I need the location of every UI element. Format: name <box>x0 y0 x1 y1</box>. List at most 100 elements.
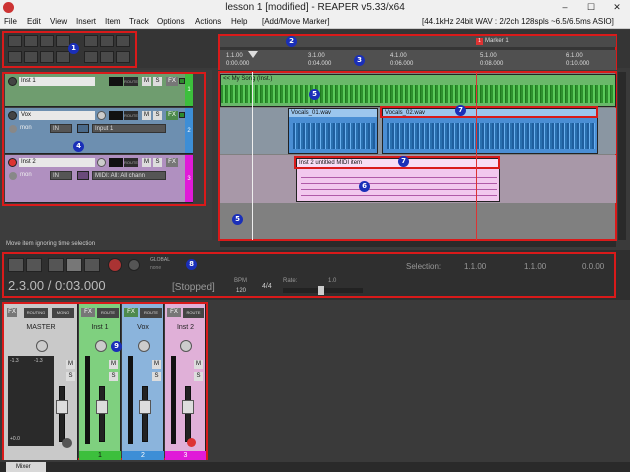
track-3-volume-knob[interactable] <box>97 158 106 167</box>
track-2-monitor-label[interactable]: mon <box>20 125 32 131</box>
menu-options[interactable]: Options <box>157 15 185 29</box>
redo-icon[interactable] <box>100 35 114 47</box>
master-solo-button[interactable]: S <box>66 372 75 381</box>
record-button[interactable] <box>108 258 122 272</box>
master-mono-button[interactable]: MONO <box>52 308 74 318</box>
inst1-solo-button[interactable]: S <box>109 372 118 381</box>
track-3-route-button[interactable]: ROUTE <box>124 158 138 167</box>
marker-lane[interactable]: 1 Marker 1 <box>220 36 616 47</box>
track-1-mute-button[interactable]: M <box>142 77 151 86</box>
minimize-button[interactable]: – <box>552 0 578 15</box>
menu-item[interactable]: Item <box>105 15 121 29</box>
go-to-end-button[interactable] <box>26 258 42 272</box>
track-1-header[interactable]: Inst 1 ROUTE M S FX 1 <box>5 74 193 107</box>
master-settings-icon[interactable] <box>62 438 72 448</box>
stop-button[interactable] <box>48 258 64 272</box>
snap-toggle-icon[interactable] <box>116 51 130 63</box>
inst2-mute-button[interactable]: M <box>194 360 203 369</box>
inst2-route-button[interactable]: ROUTE <box>183 308 204 318</box>
menu-file[interactable]: File <box>4 15 17 29</box>
vox-route-button[interactable]: ROUTE <box>140 308 162 318</box>
track-3-header[interactable]: Inst 2 ROUTE M S FX mon IN MIDI: All: Al… <box>5 155 193 203</box>
menu-view[interactable]: View <box>50 15 67 29</box>
inst2-pan-knob[interactable] <box>180 340 192 352</box>
menu-edit[interactable]: Edit <box>27 15 41 29</box>
track-3-name[interactable]: Inst 2 <box>19 158 95 167</box>
track-2-input-select[interactable]: Input 1 <box>92 124 166 133</box>
close-button[interactable]: ✕ <box>604 0 630 15</box>
track-3-mute-button[interactable]: M <box>142 158 151 167</box>
track-3-fx-button[interactable]: FX <box>166 158 178 167</box>
vox-fader-track[interactable] <box>142 386 148 442</box>
vox-pan-knob[interactable] <box>138 340 150 352</box>
inst1-pan-knob[interactable] <box>95 340 107 352</box>
master-routing-button[interactable]: ROUTING <box>24 308 48 318</box>
open-project-icon[interactable] <box>24 35 38 47</box>
play-button[interactable] <box>66 258 82 272</box>
track-2-solo-button[interactable]: S <box>153 111 162 120</box>
inst1-route-button[interactable]: ROUTE <box>97 308 119 318</box>
save-project-icon[interactable] <box>40 35 54 47</box>
track-2-name[interactable]: Vox <box>19 111 95 120</box>
inst2-solo-button[interactable]: S <box>194 372 203 381</box>
go-to-start-button[interactable] <box>8 258 24 272</box>
repeat-button[interactable] <box>128 259 140 271</box>
master-fader-handle[interactable] <box>56 400 68 414</box>
track-1-fx-button[interactable]: FX <box>166 77 178 86</box>
inst2-record-arm-button[interactable] <box>187 438 196 447</box>
bpm-value[interactable]: 120 <box>236 288 246 294</box>
rate-slider-handle[interactable] <box>318 286 324 295</box>
inst2-fader-track[interactable] <box>185 386 191 442</box>
master-mute-button[interactable]: M <box>66 360 75 369</box>
metronome-icon[interactable] <box>116 35 130 47</box>
new-project-icon[interactable] <box>8 35 22 47</box>
position-display[interactable]: 2.3.00 / 0:03.000 <box>8 278 106 293</box>
horizontal-scrollbar[interactable] <box>220 241 616 247</box>
inst1-fader-handle[interactable] <box>96 400 108 414</box>
vox-fader-handle[interactable] <box>139 400 151 414</box>
inst2-fader-handle[interactable] <box>182 400 194 414</box>
pause-button[interactable] <box>84 258 100 272</box>
vox-fx-button[interactable]: FX <box>124 308 138 317</box>
track-2-record-arm-button[interactable] <box>8 111 17 120</box>
track-2-volume-knob[interactable] <box>97 111 106 120</box>
track-1-record-arm-button[interactable] <box>8 77 17 86</box>
inst1-fx-button[interactable]: FX <box>81 308 95 317</box>
menu-track[interactable]: Track <box>129 15 149 29</box>
vox-solo-button[interactable]: S <box>152 372 161 381</box>
menu-insert[interactable]: Insert <box>76 15 96 29</box>
master-fx-button[interactable]: FX <box>7 308 17 317</box>
track-3-record-arm-button[interactable] <box>8 158 17 167</box>
reaper-app-icon[interactable] <box>3 2 14 13</box>
selection-length[interactable]: 0.0.00 <box>582 262 604 271</box>
vox-mute-button[interactable]: M <box>152 360 161 369</box>
track-3-input-select[interactable]: MIDI: All: All chann <box>92 171 166 180</box>
item-grouping-icon[interactable] <box>40 51 54 63</box>
automation-mode-label[interactable]: GLOBAL <box>150 257 170 263</box>
edit-cursor-marker[interactable] <box>248 51 258 58</box>
timeline-ruler[interactable]: 1.1.00 0:00.000 3.1.00 0:04.000 4.1.00 0… <box>220 50 616 70</box>
track-3-monitor-icon[interactable] <box>9 172 17 180</box>
track-3-monitor-label[interactable]: mon <box>20 172 32 178</box>
master-pan-knob[interactable] <box>36 340 48 352</box>
track-2-mute-button[interactable]: M <box>142 111 151 120</box>
track-2-monitor-icon[interactable] <box>9 125 17 133</box>
envelope-points-icon[interactable] <box>56 51 70 63</box>
vertical-scrollbar[interactable] <box>618 72 626 240</box>
song-inst-item[interactable]: << My Song (Inst.) <box>220 74 616 107</box>
track-1-route-button[interactable]: ROUTE <box>124 77 138 86</box>
auto-crossfade-icon[interactable] <box>84 51 98 63</box>
time-signature[interactable]: 4/4 <box>262 283 272 290</box>
mixer-tab[interactable]: Mixer <box>6 462 46 472</box>
audio-status[interactable]: [44.1kHz 24bit WAV : 2/2ch 128spls ~6.5/… <box>422 15 614 29</box>
master-fader-track[interactable] <box>59 386 65 442</box>
track-1-name[interactable]: Inst 1 <box>19 77 95 86</box>
inst2-fx-button[interactable]: FX <box>167 308 181 317</box>
track-3-input-type-icon[interactable] <box>77 171 89 180</box>
track-3-solo-button[interactable]: S <box>153 158 162 167</box>
ripple-edit-icon[interactable] <box>8 51 22 63</box>
menu-actions[interactable]: Actions <box>195 15 221 29</box>
selection-end[interactable]: 1.1.00 <box>524 262 546 271</box>
track-2-header[interactable]: Vox ROUTE M S FX mon IN Input 1 2 <box>5 108 193 154</box>
marker-1-flag[interactable]: 1 <box>476 38 483 45</box>
